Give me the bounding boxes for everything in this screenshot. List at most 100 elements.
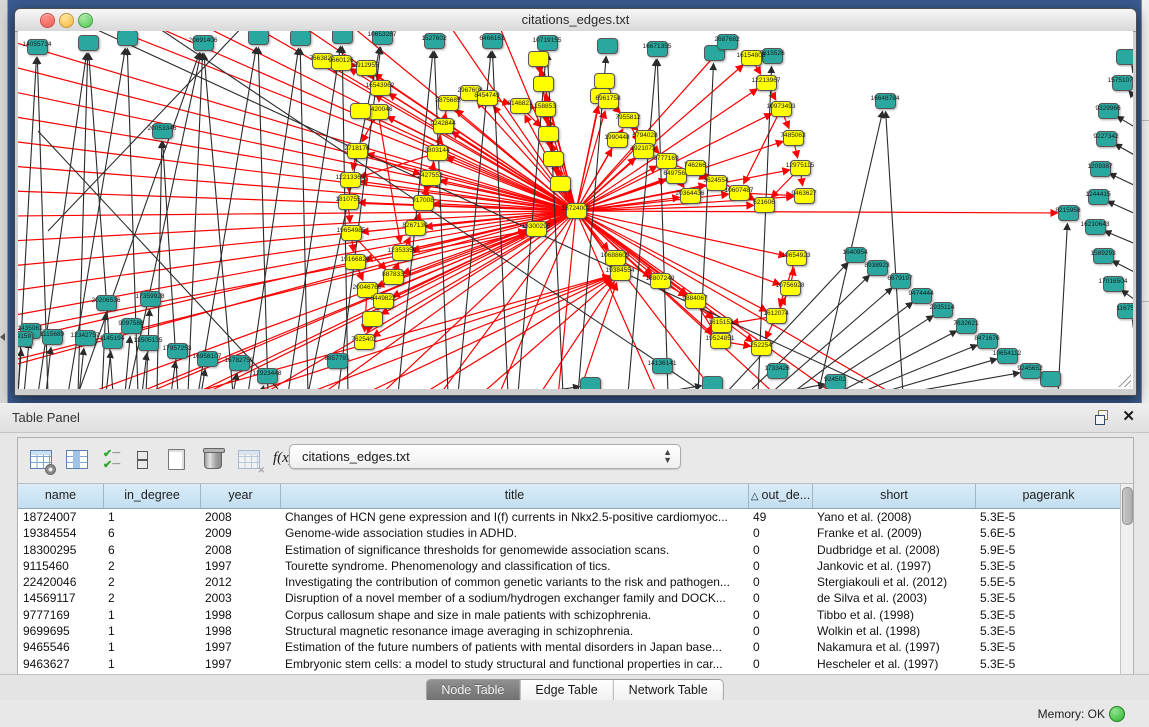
graph-node[interactable]: 12975115	[790, 160, 811, 176]
graph-node[interactable]: 1810755	[338, 194, 359, 210]
graph-node[interactable]	[538, 126, 559, 142]
graph-node[interactable]: 621606	[754, 197, 775, 213]
table-cell[interactable]: Wolkin et al. (1998)	[812, 623, 975, 639]
graph-node[interactable]: 924502	[825, 374, 846, 389]
table-cell[interactable]: 5.3E-5	[975, 639, 1121, 655]
graph-node[interactable]: 10607487	[729, 185, 750, 201]
table-cell[interactable]: 1998	[200, 607, 280, 623]
graph-node[interactable]: 1733426	[767, 363, 788, 379]
column-header-pagerank[interactable]: pagerank	[975, 484, 1121, 508]
graph-node[interactable]: 18724007	[566, 203, 587, 219]
graph-node[interactable]: 116753	[1117, 303, 1134, 319]
table-cell[interactable]: 9465546	[18, 639, 103, 655]
graph-node[interactable]: 8454749	[477, 90, 498, 106]
table-cell[interactable]: 5.9E-5	[975, 542, 1121, 558]
graph-node[interactable]: 252254	[751, 340, 772, 356]
table-cell[interactable]: 9777169	[18, 607, 103, 623]
table-cell[interactable]: Stergiakouli et al. (2012)	[812, 574, 975, 590]
network-window[interactable]: citations_edges.txt 18724007183002951938…	[14, 8, 1137, 396]
table-cell[interactable]: Jankovic et al. (1997)	[812, 558, 975, 574]
table-cell[interactable]: de Silva et al. (2003)	[812, 590, 975, 606]
graph-node[interactable]: 6679197	[890, 273, 911, 289]
table-cell[interactable]: Investigating the contribution of common…	[280, 574, 748, 590]
tab-network-table[interactable]: Network Table	[613, 680, 723, 702]
table-cell[interactable]: Yano et al. (2008)	[812, 509, 975, 525]
graph-node[interactable]: 10973493	[771, 101, 792, 117]
graph-node[interactable]: 15751074	[1112, 75, 1133, 91]
table-cell[interactable]: 2009	[200, 525, 280, 541]
graph-node[interactable]: 14055714	[27, 39, 48, 55]
graph-node[interactable]: 10719155	[537, 35, 558, 51]
graph-node[interactable]	[350, 103, 371, 119]
table-cell[interactable]: Tibbo et al. (1998)	[812, 607, 975, 623]
column-header-title[interactable]: title	[280, 484, 748, 508]
graph-node[interactable]: 917008	[413, 195, 434, 211]
graph-node[interactable]: 2875685	[438, 95, 459, 111]
table-cell[interactable]: Structural magnetic resonance image aver…	[280, 623, 748, 639]
graph-node[interactable]: 7955812	[618, 112, 639, 128]
table-cell[interactable]: 22420046	[18, 574, 103, 590]
graph-node[interactable]: 18300295	[526, 221, 547, 237]
graph-node[interactable]	[362, 311, 383, 327]
table-cell[interactable]: 1997	[200, 656, 280, 672]
graph-node[interactable]: 12342757	[75, 330, 96, 346]
graph-node[interactable]: 887833	[383, 269, 404, 285]
graph-node[interactable]: 2803144	[427, 145, 448, 161]
graph-node[interactable]: 1640954	[845, 247, 866, 263]
table-scrollbar[interactable]	[1120, 484, 1133, 674]
table-cell[interactable]: 0	[748, 590, 812, 606]
graph-node[interactable]: 17016504	[1103, 276, 1124, 292]
table-cell[interactable]: Disruption of a novel member of a sodium…	[280, 590, 748, 606]
graph-node[interactable]: 8471676	[977, 333, 998, 349]
table-cell[interactable]: 5.3E-5	[975, 509, 1121, 525]
graph-node[interactable]: 16671355	[647, 41, 668, 57]
column-header-out_de[interactable]: △out_de...	[748, 484, 812, 508]
table-cell[interactable]: 0	[748, 656, 812, 672]
graph-node[interactable]	[332, 31, 353, 44]
table-cell[interactable]: 2	[103, 558, 200, 574]
memory-ok-indicator[interactable]	[1109, 706, 1125, 722]
table-cell[interactable]: 5.5E-5	[975, 574, 1121, 590]
graph-node[interactable]: 1612074	[766, 308, 787, 324]
graph-node[interactable]: 9146821	[510, 98, 531, 114]
graph-node[interactable]: 1115689	[42, 329, 63, 345]
graph-node[interactable]	[580, 377, 601, 389]
graph-node[interactable]: 158853	[535, 101, 556, 117]
table-cell[interactable]: 1	[103, 639, 200, 655]
new-document-icon[interactable]	[165, 447, 191, 473]
graph-node[interactable]: 9884067	[685, 293, 706, 309]
tab-node-table[interactable]: Node Table	[426, 680, 519, 702]
float-panel-icon[interactable]	[1095, 410, 1109, 424]
graph-node[interactable]: 8912955	[356, 60, 377, 76]
graph-node[interactable]: 14136141	[652, 358, 673, 374]
table-cell[interactable]: Estimation of significance thresholds fo…	[280, 542, 748, 558]
table-cell[interactable]: 5.3E-5	[975, 590, 1121, 606]
graph-node[interactable]: 12353359	[392, 245, 413, 261]
graph-node[interactable]: 8267130	[405, 220, 426, 236]
table-cell[interactable]: Franke et al. (2009)	[812, 525, 975, 541]
graph-node[interactable]: 8215958	[1058, 205, 1079, 221]
graph-node[interactable]: 12213363	[340, 172, 361, 188]
graph-node[interactable]: 9474444	[911, 288, 932, 304]
graph-node[interactable]: 16958107	[197, 351, 218, 367]
table-cell[interactable]: 9115460	[18, 558, 103, 574]
graph-node[interactable]: 16782759	[229, 355, 250, 371]
table-cell[interactable]: 0	[748, 639, 812, 655]
graph-node[interactable]: 19166829	[345, 254, 366, 270]
graph-node[interactable]	[550, 176, 571, 192]
graph-node[interactable]: 16154808	[741, 50, 762, 66]
close-panel-icon[interactable]: ✕	[1122, 407, 1135, 425]
graph-node[interactable]	[290, 31, 311, 46]
table-cell[interactable]: 5.3E-5	[975, 607, 1121, 623]
graph-node[interactable]: 20891406	[193, 35, 214, 51]
select-rows-icon[interactable]: ✔—✔—	[101, 447, 127, 473]
table-cell[interactable]: Changes of HCN gene expression and I(f) …	[280, 509, 748, 525]
column-header-year[interactable]: year	[200, 484, 280, 508]
graph-node[interactable]: 10653287	[372, 31, 393, 45]
graph-node[interactable]: 17359928	[140, 291, 161, 307]
graph-node[interactable]: 39159	[18, 331, 33, 347]
table-cell[interactable]: Genome-wide association studies in ADHD.	[280, 525, 748, 541]
table-cell[interactable]: Dudbridge et al. (2008)	[812, 542, 975, 558]
table-cell[interactable]: Hescheler et al. (1997)	[812, 656, 975, 672]
table-cell[interactable]: 0	[748, 558, 812, 574]
